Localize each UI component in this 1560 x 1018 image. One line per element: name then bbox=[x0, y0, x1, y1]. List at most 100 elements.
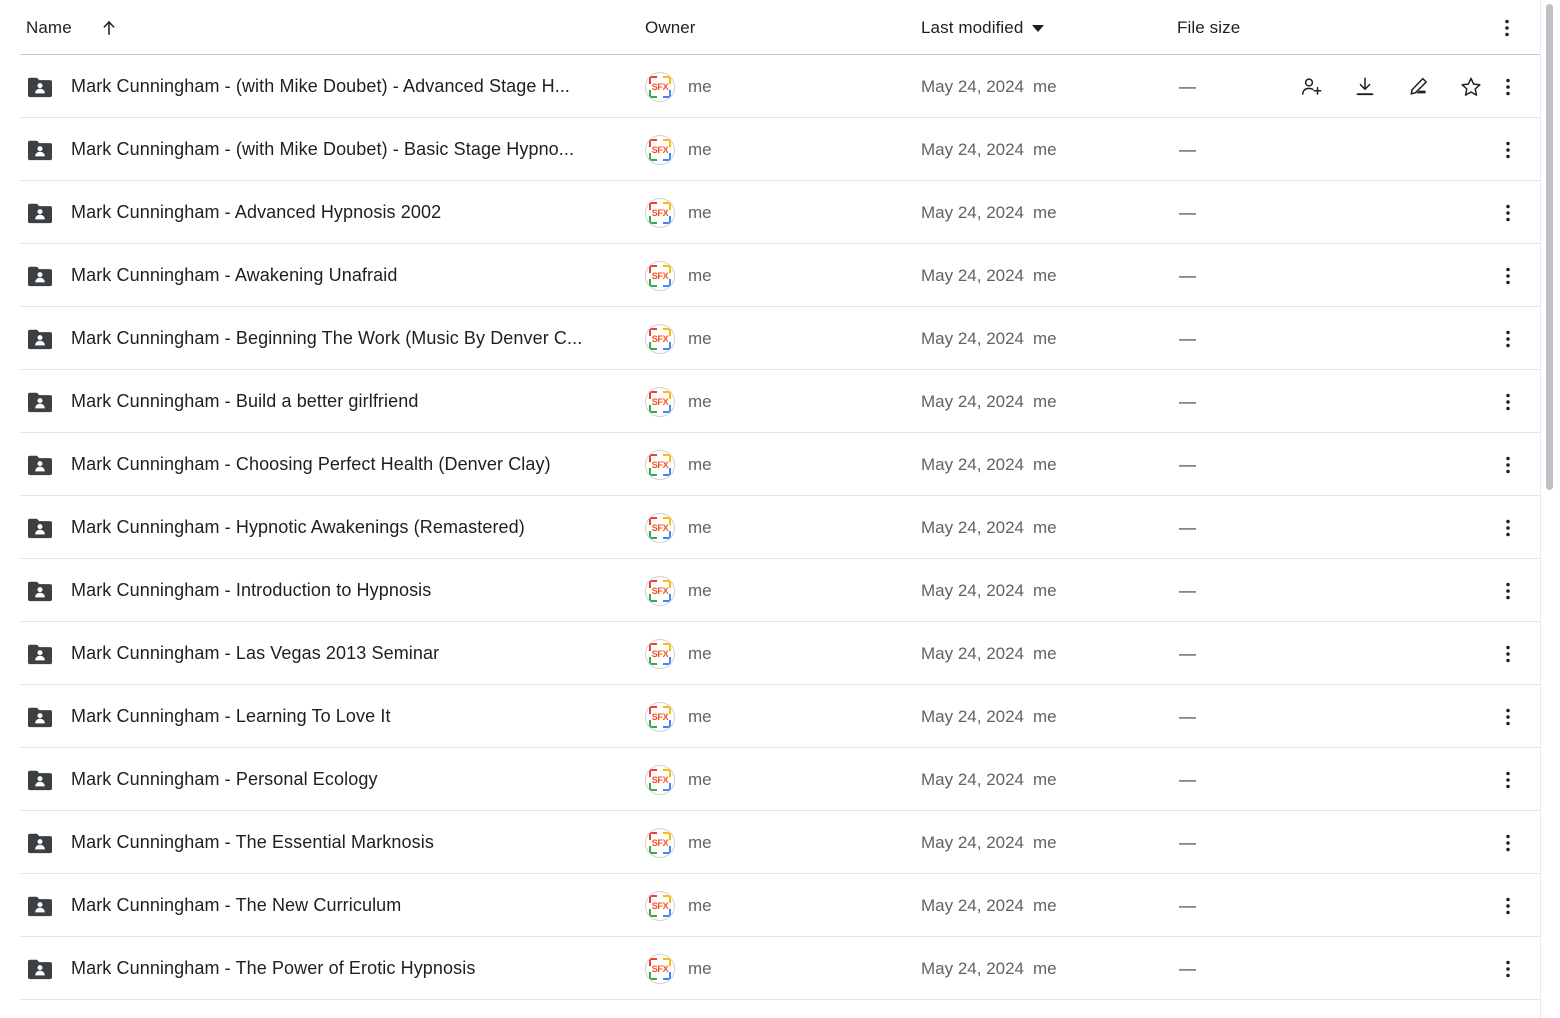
row-more-options-button[interactable] bbox=[1496, 390, 1520, 414]
owner-cell: SFX me bbox=[645, 638, 712, 669]
shared-folder-icon bbox=[28, 392, 52, 412]
star-outline-icon[interactable] bbox=[1459, 75, 1483, 99]
owner-label: me bbox=[688, 76, 712, 96]
file-name-cell[interactable]: Mark Cunningham - Hypnotic Awakenings (R… bbox=[26, 514, 626, 542]
avatar-label: SFX bbox=[651, 396, 669, 407]
owner-avatar: SFX bbox=[645, 827, 675, 858]
modified-date: May 24, 2024 bbox=[921, 517, 1025, 537]
last-modified-cell: May 24, 2024 me bbox=[921, 266, 1057, 286]
table-row[interactable]: Mark Cunningham - Hypnotic Awakenings (R… bbox=[0, 496, 1560, 559]
file-name-cell[interactable]: Mark Cunningham - (with Mike Doubet) - B… bbox=[26, 136, 626, 164]
file-name-cell[interactable]: Mark Cunningham - Build a better girlfri… bbox=[26, 388, 626, 416]
more-vertical-icon bbox=[1506, 393, 1510, 410]
table-row[interactable]: Mark Cunningham - The Power of Erotic Hy… bbox=[0, 937, 1560, 1000]
avatar-label: SFX bbox=[651, 333, 669, 344]
column-header-owner-label: Owner bbox=[645, 17, 696, 37]
last-modified-cell: May 24, 2024 me bbox=[921, 833, 1057, 853]
column-header-file-size[interactable]: File size bbox=[1177, 18, 1240, 38]
last-modified-cell: May 24, 2024 me bbox=[921, 140, 1057, 160]
file-name-cell[interactable]: Mark Cunningham - Beginning The Work (Mu… bbox=[26, 325, 626, 353]
file-name-cell[interactable]: Mark Cunningham - Personal Ecology bbox=[26, 766, 626, 794]
row-more-options-button[interactable] bbox=[1496, 705, 1520, 729]
file-name-cell[interactable]: Mark Cunningham - (with Mike Doubet) - A… bbox=[26, 73, 626, 101]
file-name-cell[interactable]: Mark Cunningham - Las Vegas 2013 Seminar bbox=[26, 640, 626, 668]
table-row[interactable]: Mark Cunningham - Beginning The Work (Mu… bbox=[0, 307, 1560, 370]
row-more-options-button[interactable] bbox=[1496, 768, 1520, 792]
table-row[interactable]: Mark Cunningham - Advanced Hypnosis 2002… bbox=[0, 181, 1560, 244]
row-more-options-button[interactable] bbox=[1496, 579, 1520, 603]
row-more-options-button[interactable] bbox=[1496, 264, 1520, 288]
shared-folder-icon bbox=[28, 644, 52, 664]
row-more-options-button[interactable] bbox=[1496, 957, 1520, 981]
more-vertical-icon bbox=[1506, 267, 1510, 284]
file-name-cell[interactable]: Mark Cunningham - Learning To Love It bbox=[26, 703, 626, 731]
owner-avatar: SFX bbox=[645, 386, 675, 417]
table-row[interactable]: Mark Cunningham - Build a better girlfri… bbox=[0, 370, 1560, 433]
owner-label: me bbox=[688, 958, 712, 978]
pencil-edit-icon[interactable] bbox=[1406, 75, 1430, 99]
file-size-cell: — bbox=[1179, 328, 1196, 348]
row-more-options-button[interactable] bbox=[1496, 201, 1520, 225]
more-vertical-icon bbox=[1506, 834, 1510, 851]
owner-label: me bbox=[688, 643, 712, 663]
list-options-menu-button[interactable] bbox=[1496, 17, 1518, 39]
table-row[interactable]: Mark Cunningham - The Essential Marknosi… bbox=[0, 811, 1560, 874]
table-row[interactable]: Mark Cunningham - Personal Ecology SFX m… bbox=[0, 748, 1560, 811]
file-size-cell: — bbox=[1179, 202, 1196, 222]
file-name-cell[interactable]: Mark Cunningham - Awakening Unafraid bbox=[26, 262, 626, 290]
last-modified-cell: May 24, 2024 me bbox=[921, 959, 1057, 979]
modified-by: me bbox=[1033, 265, 1057, 285]
column-header-owner[interactable]: Owner bbox=[645, 18, 696, 38]
file-name-cell[interactable]: Mark Cunningham - Advanced Hypnosis 2002 bbox=[26, 199, 626, 227]
row-more-options-button[interactable] bbox=[1496, 138, 1520, 162]
shared-folder-icon bbox=[28, 959, 52, 979]
table-row[interactable]: Mark Cunningham - Choosing Perfect Healt… bbox=[0, 433, 1560, 496]
modified-date: May 24, 2024 bbox=[921, 454, 1025, 474]
file-name-cell[interactable]: Mark Cunningham - Introduction to Hypnos… bbox=[26, 577, 626, 605]
table-row[interactable]: Mark Cunningham - Learning To Love It SF… bbox=[0, 685, 1560, 748]
file-name-label: Mark Cunningham - Build a better girlfri… bbox=[71, 391, 419, 411]
column-header-name[interactable]: Name bbox=[26, 18, 118, 38]
arrow-up-icon[interactable] bbox=[100, 19, 118, 37]
last-modified-cell: May 24, 2024 me bbox=[921, 707, 1057, 727]
column-header-last-modified[interactable]: Last modified bbox=[921, 18, 1045, 38]
more-vertical-icon bbox=[1506, 645, 1510, 662]
vertical-scrollbar[interactable] bbox=[1545, 0, 1557, 1018]
file-name-cell[interactable]: Mark Cunningham - The Power of Erotic Hy… bbox=[26, 955, 626, 983]
shared-folder-icon bbox=[26, 514, 54, 542]
last-modified-cell: May 24, 2024 me bbox=[921, 203, 1057, 223]
avatar-label: SFX bbox=[651, 837, 669, 848]
modified-by: me bbox=[1033, 580, 1057, 600]
row-more-options-button[interactable] bbox=[1496, 453, 1520, 477]
last-modified-cell: May 24, 2024 me bbox=[921, 455, 1057, 475]
owner-cell: SFX me bbox=[645, 386, 712, 417]
vertical-scrollbar-thumb[interactable] bbox=[1546, 4, 1553, 490]
avatar-label: SFX bbox=[651, 144, 669, 155]
table-row[interactable]: Mark Cunningham - Introduction to Hypnos… bbox=[0, 559, 1560, 622]
file-name-cell[interactable]: Mark Cunningham - The Essential Marknosi… bbox=[26, 829, 626, 857]
row-more-options-button[interactable] bbox=[1496, 516, 1520, 540]
file-name-label: Mark Cunningham - (with Mike Doubet) - B… bbox=[71, 139, 575, 159]
table-row[interactable]: Mark Cunningham - The New Curriculum SFX… bbox=[0, 874, 1560, 937]
table-row[interactable]: Mark Cunningham - Awakening Unafraid SFX… bbox=[0, 244, 1560, 307]
row-more-options-button[interactable] bbox=[1496, 75, 1520, 99]
file-size-cell: — bbox=[1179, 706, 1196, 726]
caret-down-icon[interactable] bbox=[1032, 25, 1045, 32]
table-row[interactable]: Mark Cunningham - Las Vegas 2013 Seminar… bbox=[0, 622, 1560, 685]
download-icon[interactable] bbox=[1353, 75, 1377, 99]
shared-folder-icon bbox=[28, 329, 52, 349]
file-name-cell[interactable]: Mark Cunningham - Choosing Perfect Healt… bbox=[26, 451, 626, 479]
file-name-label: Mark Cunningham - The Essential Marknosi… bbox=[71, 832, 434, 852]
owner-avatar: SFX bbox=[645, 197, 675, 228]
row-more-options-button[interactable] bbox=[1496, 894, 1520, 918]
table-row[interactable]: Mark Cunningham - (with Mike Doubet) - B… bbox=[0, 118, 1560, 181]
row-more-options-button[interactable] bbox=[1496, 327, 1520, 351]
modified-by: me bbox=[1033, 832, 1057, 852]
row-more-options-button[interactable] bbox=[1496, 831, 1520, 855]
table-row[interactable]: Mark Cunningham - (with Mike Doubet) - A… bbox=[0, 55, 1560, 118]
row-more-options-button[interactable] bbox=[1496, 642, 1520, 666]
modified-by: me bbox=[1033, 958, 1057, 978]
person-add-icon[interactable] bbox=[1300, 75, 1324, 99]
modified-date: May 24, 2024 bbox=[921, 265, 1025, 285]
file-name-cell[interactable]: Mark Cunningham - The New Curriculum bbox=[26, 892, 626, 920]
